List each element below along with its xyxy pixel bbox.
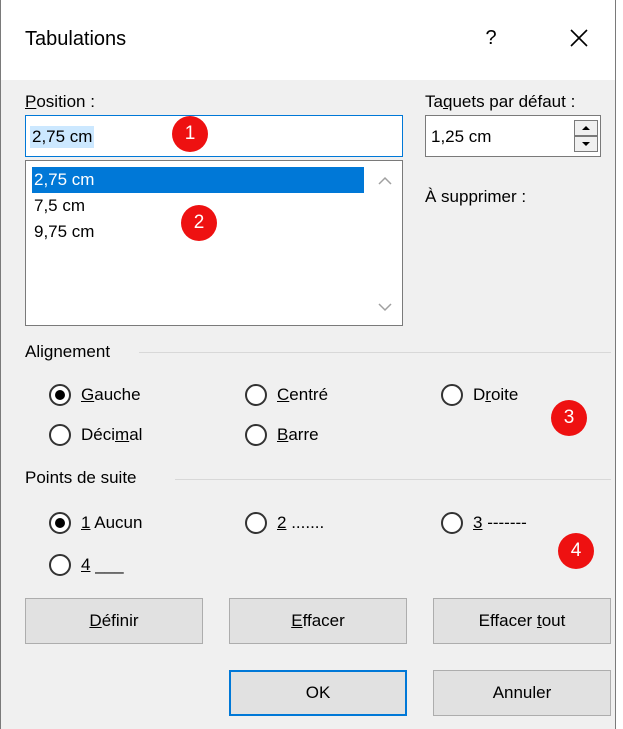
align-right-label[interactable]: Droite <box>473 385 518 405</box>
to-delete-label: À supprimer : <box>425 187 527 206</box>
leader-dashes-label[interactable]: 3 ------- <box>473 513 527 533</box>
alignment-group-label: Alignement <box>25 342 111 361</box>
align-center-radio[interactable] <box>245 384 267 406</box>
caret-up-icon <box>582 126 590 130</box>
leader-dots-label[interactable]: 2 ....... <box>277 513 324 533</box>
spin-up-button[interactable] <box>574 120 598 136</box>
leader-none-radio[interactable] <box>49 512 71 534</box>
align-bar-radio[interactable] <box>245 424 267 446</box>
clear-button[interactable]: Effacer <box>229 598 407 644</box>
cancel-button[interactable]: Annuler <box>433 670 611 716</box>
align-right-radio[interactable] <box>441 384 463 406</box>
annotation-badge-2: 2 <box>181 205 217 241</box>
annotation-badge-3: 3 <box>551 400 587 436</box>
title-bar: Tabulations ? <box>1 0 615 80</box>
help-button[interactable]: ? <box>471 18 511 58</box>
position-input-value: 2,75 cm <box>30 126 95 148</box>
list-item[interactable]: 7,5 cm <box>32 193 85 219</box>
position-list[interactable]: 2,75 cm 7,5 cm 9,75 cm <box>25 160 403 326</box>
close-icon <box>570 29 588 47</box>
spin-down-button[interactable] <box>574 136 598 152</box>
align-center-label[interactable]: Centré <box>277 385 328 405</box>
align-decimal-label[interactable]: Décimal <box>81 425 142 445</box>
close-button[interactable] <box>559 18 599 58</box>
leader-underline-label[interactable]: 4 ___ <box>81 555 124 575</box>
clear-all-button[interactable]: Effacer tout <box>433 598 611 644</box>
ok-button[interactable]: OK <box>229 670 407 716</box>
leader-group-label: Points de suite <box>25 468 137 487</box>
set-button[interactable]: Définir <box>25 598 203 644</box>
annotation-badge-1: 1 <box>172 116 208 152</box>
default-tabs-label: Taquets par défaut : <box>425 92 576 111</box>
position-input[interactable]: 2,75 cm <box>25 115 403 157</box>
annotation-badge-4: 4 <box>558 533 594 569</box>
divider <box>175 479 611 480</box>
position-label: Position : <box>25 92 95 111</box>
leader-dots-radio[interactable] <box>245 512 267 534</box>
chevron-down-icon <box>378 303 392 312</box>
chevron-up-icon <box>378 176 392 185</box>
align-left-label[interactable]: Gauche <box>81 385 141 405</box>
scroll-up-button[interactable] <box>374 171 396 191</box>
align-left-radio[interactable] <box>49 384 71 406</box>
dialog-title: Tabulations <box>25 28 127 50</box>
align-decimal-radio[interactable] <box>49 424 71 446</box>
scroll-down-button[interactable] <box>374 297 396 317</box>
tabs-dialog: Tabulations ? Position : 2,75 cm 2,75 cm… <box>0 0 616 729</box>
leader-dashes-radio[interactable] <box>441 512 463 534</box>
align-bar-label[interactable]: Barre <box>277 425 319 445</box>
leader-none-label[interactable]: 1 Aucun <box>81 513 142 533</box>
leader-underline-radio[interactable] <box>49 554 71 576</box>
default-tabs-value: 1,25 cm <box>431 127 492 146</box>
divider <box>139 352 611 353</box>
caret-down-icon <box>582 142 590 146</box>
spin-buttons <box>574 118 600 154</box>
list-item[interactable]: 9,75 cm <box>32 219 94 245</box>
list-item[interactable]: 2,75 cm <box>32 167 364 193</box>
